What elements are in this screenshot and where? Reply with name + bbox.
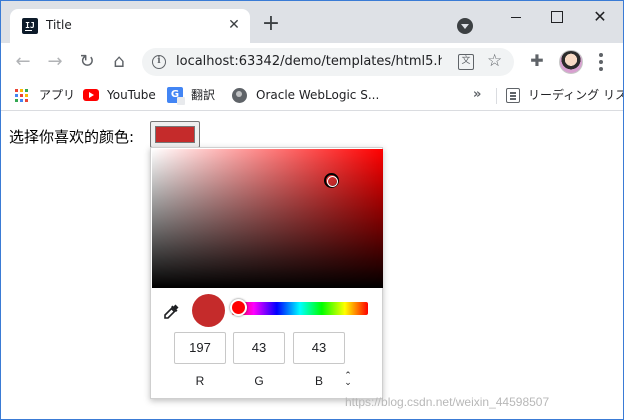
youtube-icon — [83, 89, 99, 101]
globe-icon — [232, 88, 247, 103]
hue-slider[interactable] — [232, 302, 368, 315]
tab-search-icon[interactable] — [457, 18, 473, 34]
bookmark-divider — [496, 88, 497, 104]
tab-title: Title — [46, 18, 72, 32]
saturation-value-area[interactable] — [152, 149, 383, 288]
browser-toolbar: ← → ↻ ⌂ i localhost:63342/demo/templates… — [1, 43, 623, 81]
tab-strip: IJ Title ✕ + ✕ — [1, 1, 623, 43]
forward-button[interactable]: → — [43, 50, 67, 74]
bookmark-label: Oracle WebLogic S... — [256, 88, 380, 102]
profile-avatar[interactable] — [559, 50, 583, 74]
close-icon[interactable]: ✕ — [224, 15, 244, 35]
red-channel-label: R — [195, 374, 205, 388]
maximize-button[interactable] — [541, 7, 571, 27]
translate-icon[interactable]: 文 — [458, 54, 474, 70]
reload-button[interactable]: ↻ — [75, 50, 99, 74]
extensions-icon[interactable]: ✚ — [528, 52, 546, 70]
red-channel-input[interactable]: 197 — [174, 332, 226, 364]
back-button[interactable]: ← — [11, 50, 35, 74]
browser-window: IJ Title ✕ + ✕ ← → ↻ ⌂ i localhost:63342… — [0, 0, 624, 420]
more-bookmarks-button[interactable]: » — [473, 87, 481, 105]
url-text[interactable]: localhost:63342/demo/templates/html5.h..… — [176, 54, 442, 69]
minimize-button[interactable] — [501, 7, 531, 27]
hue-slider-thumb[interactable] — [230, 299, 247, 316]
bookmark-star-icon[interactable]: ☆ — [487, 51, 502, 71]
close-window-button[interactable]: ✕ — [585, 7, 615, 27]
home-button[interactable]: ⌂ — [107, 50, 131, 74]
blue-channel-input[interactable]: 43 — [293, 332, 345, 364]
bookmark-label: 翻訳 — [191, 88, 216, 102]
bookmark-label: YouTube — [107, 88, 156, 102]
bookmarks-bar: アプリ YouTube G 翻訳 Oracle WebLogic S... » … — [1, 81, 623, 111]
format-toggle-icon[interactable]: ⌃ ⌄ — [342, 372, 354, 389]
bookmark-label: アプリ — [39, 88, 76, 102]
color-preview-swatch — [192, 294, 225, 327]
green-channel-input[interactable]: 43 — [233, 332, 285, 364]
google-translate-icon: G — [167, 87, 185, 105]
intellij-icon: IJ — [22, 18, 38, 34]
color-input[interactable] — [150, 121, 200, 148]
watermark-text: https://blog.csdn.net/weixin_44598507 — [345, 395, 550, 409]
blue-channel-label: B — [314, 374, 323, 388]
info-icon[interactable]: i — [152, 55, 166, 69]
color-picker-popup: 197 43 43 R G B ⌃ ⌄ — [150, 147, 383, 399]
reading-list-label: リーディング リスト — [528, 88, 623, 102]
color-prompt-label: 选择你喜欢的颜色: — [9, 128, 135, 146]
more-menu-icon[interactable] — [595, 51, 607, 73]
address-bar[interactable]: i localhost:63342/demo/templates/html5.h… — [142, 48, 514, 76]
apps-grid-icon — [15, 89, 29, 103]
reading-list-icon — [506, 88, 520, 103]
eyedropper-icon[interactable] — [163, 302, 181, 320]
green-channel-label: G — [254, 374, 264, 388]
browser-tab[interactable]: IJ Title ✕ — [10, 9, 250, 43]
new-tab-button[interactable]: + — [259, 13, 283, 37]
saturation-value-handle[interactable] — [324, 173, 339, 188]
color-input-swatch[interactable] — [155, 126, 195, 143]
